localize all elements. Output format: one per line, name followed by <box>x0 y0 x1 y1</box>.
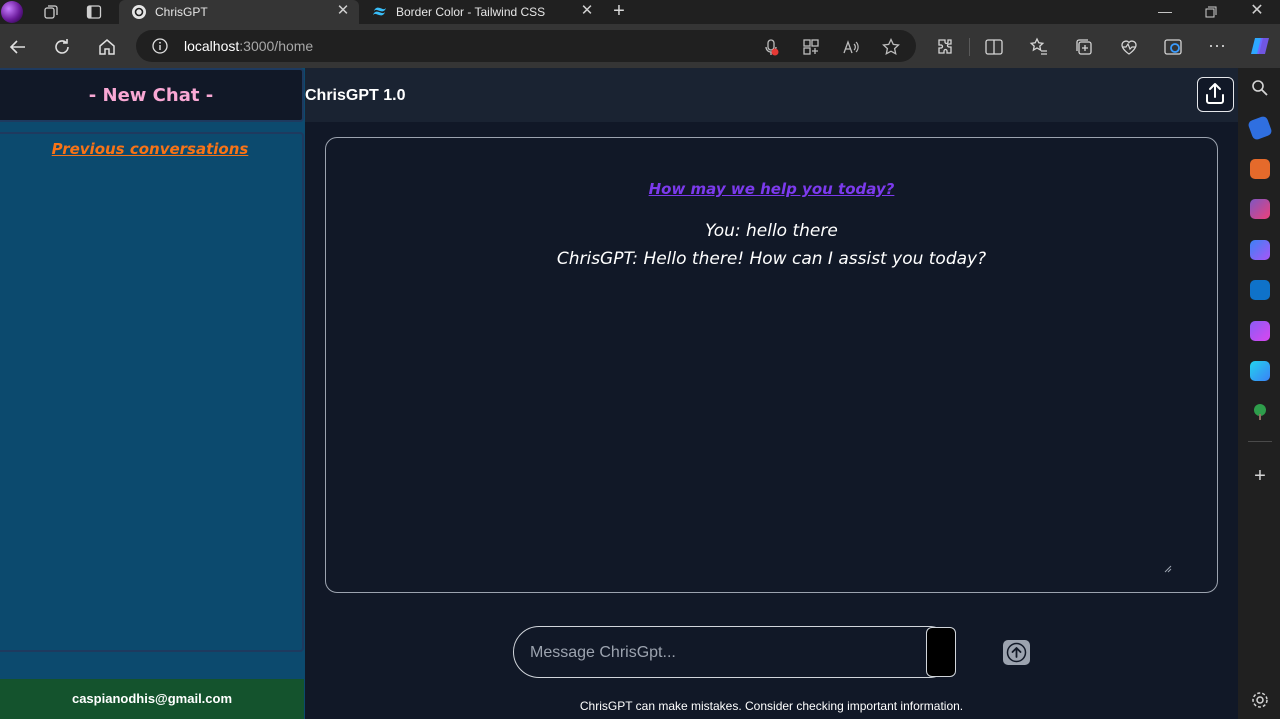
disclaimer: ChrisGPT can make mistakes. Consider che… <box>579 699 964 713</box>
message-composer <box>513 626 956 678</box>
composer-scroll-knob[interactable] <box>926 627 956 677</box>
url-text: localhost:3000/home <box>184 38 314 54</box>
history-panel: Previous conversations <box>0 132 304 652</box>
shopping-tag-icon[interactable] <box>1247 115 1273 141</box>
profile-avatar[interactable] <box>0 0 26 24</box>
settings-gear-icon[interactable] <box>1250 690 1270 710</box>
restore-icon[interactable] <box>1188 0 1234 24</box>
send-button[interactable] <box>1003 640 1030 665</box>
upload-icon <box>1206 83 1224 104</box>
extensions-icon[interactable] <box>935 37 955 57</box>
resize-handle-icon[interactable] <box>1164 560 1172 573</box>
app-root: - New Chat - Previous conversations casp… <box>0 68 1238 719</box>
more-options-icon[interactable]: ··· <box>1207 36 1227 57</box>
edge-bar-icon[interactable] <box>1163 37 1183 57</box>
tailwind-favicon-icon <box>372 4 388 20</box>
tab-actions-icon[interactable] <box>85 3 103 21</box>
tools-icon[interactable] <box>1250 159 1270 179</box>
favorites-icon[interactable] <box>1029 37 1049 57</box>
new-chat-button[interactable]: - New Chat - <box>0 68 304 122</box>
new-tab-icon[interactable]: + <box>608 1 630 23</box>
app-available-icon[interactable] <box>802 38 820 56</box>
browser-tab-bar: ChrisGPT ✕ Border Color - Tailwind CSS ✕… <box>0 0 1280 24</box>
minimize-icon[interactable]: — <box>1142 0 1188 24</box>
share-button[interactable] <box>1197 77 1234 112</box>
chatgpt-favicon-icon <box>131 4 147 20</box>
toolbar-divider <box>969 38 970 56</box>
chat-heading: How may we help you today? <box>648 180 895 198</box>
app-header: ChrisGPT 1.0 <box>305 68 1238 122</box>
assistant-message: ChrisGPT: Hello there! How can I assist … <box>556 249 987 269</box>
split-screen-icon[interactable] <box>984 37 1004 57</box>
read-aloud-icon[interactable] <box>842 38 860 56</box>
microsoft-365-icon[interactable] <box>1250 240 1270 260</box>
tab-title: ChrisGPT <box>155 5 208 19</box>
collections-icon[interactable] <box>1074 37 1094 57</box>
user-email: caspianodhis@gmail.com <box>0 679 304 719</box>
tree-icon[interactable] <box>1250 402 1270 422</box>
games-icon[interactable] <box>1250 199 1270 219</box>
home-icon[interactable] <box>96 36 118 58</box>
tab-chrisgpt[interactable]: ChrisGPT ✕ <box>119 0 359 24</box>
copilot-icon[interactable] <box>1249 35 1271 57</box>
add-icon[interactable]: + <box>1250 466 1270 487</box>
browser-toolbar: localhost:3000/home ··· <box>0 24 1280 68</box>
sidebar-divider <box>1248 441 1272 442</box>
refresh-icon[interactable] <box>51 36 73 58</box>
designer-icon[interactable] <box>1250 321 1270 341</box>
user-message: You: hello there <box>705 221 838 241</box>
workspaces-icon[interactable] <box>42 3 60 21</box>
app-title: ChrisGPT 1.0 <box>305 87 406 104</box>
edge-sidebar: + <box>1240 68 1280 719</box>
close-tab-icon[interactable]: ✕ <box>335 3 351 19</box>
conversation-sidebar: - New Chat - Previous conversations casp… <box>0 68 305 719</box>
back-icon[interactable] <box>7 36 29 58</box>
message-input[interactable] <box>530 641 910 665</box>
arrow-up-icon <box>1006 642 1027 663</box>
close-tab-icon[interactable]: ✕ <box>579 3 595 19</box>
address-bar[interactable]: localhost:3000/home <box>136 30 916 62</box>
outlook-icon[interactable] <box>1250 280 1270 300</box>
favorite-star-icon[interactable] <box>882 37 900 56</box>
browser-essentials-icon[interactable] <box>1119 37 1139 57</box>
close-window-icon[interactable]: ✕ <box>1234 0 1280 24</box>
microphone-blocked-icon[interactable] <box>762 38 780 56</box>
site-info-icon[interactable] <box>152 38 168 54</box>
tab-title: Border Color - Tailwind CSS <box>396 5 546 19</box>
drop-icon[interactable] <box>1250 361 1270 381</box>
search-icon[interactable] <box>1250 78 1270 98</box>
history-title[interactable]: Previous conversations <box>0 140 300 158</box>
tab-tailwind[interactable]: Border Color - Tailwind CSS ✕ <box>360 0 603 24</box>
chat-main: ChrisGPT 1.0 How may we help you today? … <box>305 68 1238 719</box>
chat-transcript[interactable]: How may we help you today? You: hello th… <box>325 137 1218 593</box>
